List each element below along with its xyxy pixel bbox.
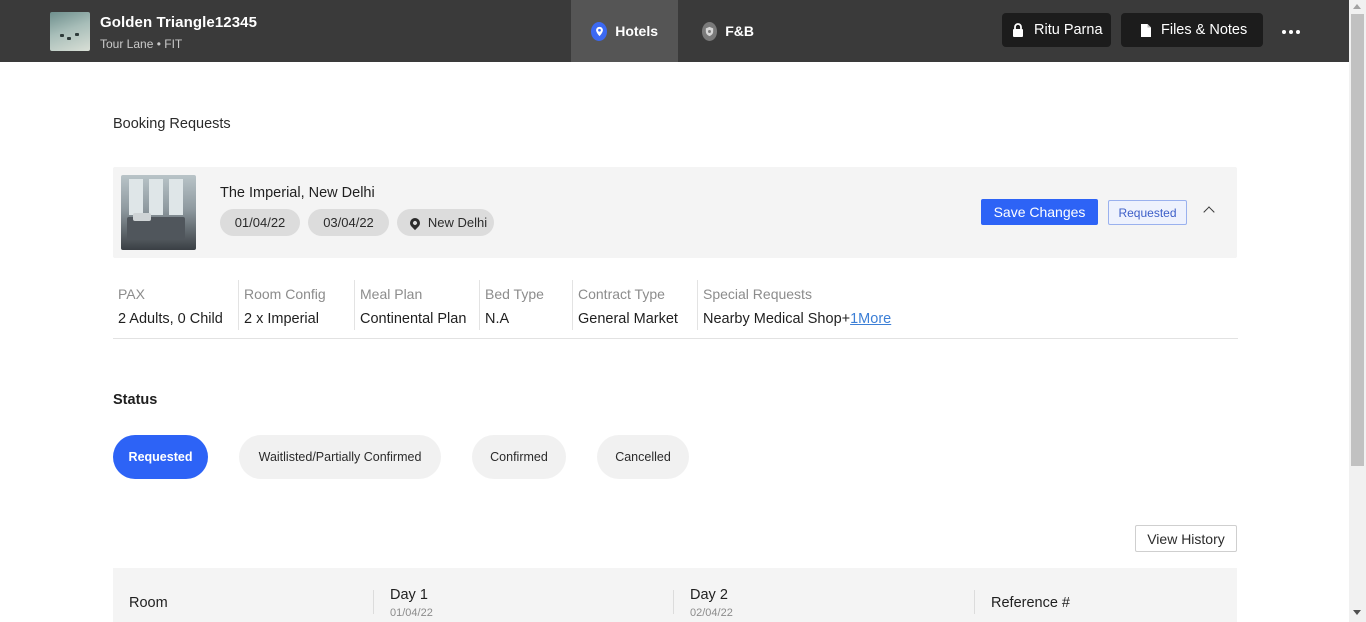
vertical-scrollbar[interactable] — [1349, 0, 1366, 622]
location-label: New Delhi — [427, 215, 488, 230]
detail-room-config: Room Config 2 x Imperial — [238, 280, 354, 330]
top-bar: Golden Triangle12345 Tour Lane • FIT Hot… — [0, 0, 1349, 62]
more-horizontal-icon[interactable] — [1279, 22, 1303, 42]
tab-hotels-label: Hotels — [615, 23, 658, 39]
trip-subtitle: Tour Lane • FIT — [100, 37, 183, 51]
grid-header-day2-date: 02/04/22 — [690, 607, 733, 619]
detail-value: Nearby Medical Shop+1More — [703, 311, 957, 327]
special-request-text: Nearby Medical Shop+ — [703, 311, 851, 327]
scroll-up-icon[interactable] — [1353, 4, 1361, 9]
status-option-requested[interactable]: Requested — [113, 435, 208, 479]
grid-divider — [974, 590, 975, 614]
grid-header-reference: Reference # — [991, 595, 1070, 611]
detail-label: Room Config — [244, 286, 326, 302]
detail-special-requests: Special Requests Nearby Medical Shop+1Mo… — [697, 280, 957, 330]
files-notes-button[interactable]: Files & Notes — [1121, 13, 1263, 47]
hotel-photo — [121, 175, 196, 250]
grid-divider — [673, 590, 674, 614]
tab-fb[interactable]: F&B — [682, 0, 774, 62]
check-out-date-chip: 03/04/22 — [308, 209, 389, 236]
room-grid-header: Room Day 1 01/04/22 Day 2 02/04/22 Refer… — [113, 568, 1237, 622]
file-icon — [1141, 23, 1151, 37]
lock-icon — [1012, 23, 1024, 37]
save-changes-button[interactable]: Save Changes — [981, 199, 1098, 225]
status-option-cancelled[interactable]: Cancelled — [597, 435, 689, 479]
detail-label: Special Requests — [703, 286, 812, 302]
files-notes-label: Files & Notes — [1161, 22, 1248, 38]
status-option-confirmed[interactable]: Confirmed — [472, 435, 566, 479]
booking-requests-heading: Booking Requests — [113, 116, 231, 132]
check-in-date-chip: 01/04/22 — [220, 209, 300, 236]
more-requests-link[interactable]: 1More — [850, 311, 891, 327]
view-history-button[interactable]: View History — [1135, 525, 1237, 552]
user-name: Ritu Parna — [1034, 22, 1103, 38]
detail-label: Contract Type — [578, 286, 665, 302]
hotel-card: The Imperial, New Delhi 01/04/22 03/04/2… — [113, 167, 1237, 258]
detail-value: General Market — [578, 311, 678, 327]
hotel-name: The Imperial, New Delhi — [220, 185, 375, 201]
user-button[interactable]: Ritu Parna — [1002, 13, 1111, 47]
trip-thumbnail — [50, 12, 90, 51]
detail-contract-type: Contract Type General Market — [572, 280, 697, 330]
scrollbar-thumb[interactable] — [1351, 14, 1364, 466]
chevron-up-icon[interactable] — [1203, 206, 1215, 218]
detail-meal-plan: Meal Plan Continental Plan — [354, 280, 479, 330]
detail-value: 2 x Imperial — [244, 311, 319, 327]
tab-hotels[interactable]: Hotels — [571, 0, 678, 62]
grid-divider — [373, 590, 374, 614]
status-option-waitlisted[interactable]: Waitlisted/Partially Confirmed — [239, 435, 441, 479]
grid-header-day1: Day 1 — [390, 587, 428, 603]
detail-value: 2 Adults, 0 Child — [118, 311, 223, 327]
grid-header-room: Room — [129, 595, 168, 611]
detail-value: Continental Plan — [360, 311, 467, 327]
tab-fb-label: F&B — [725, 23, 754, 39]
detail-label: Bed Type — [485, 286, 544, 302]
location-chip: New Delhi — [397, 209, 494, 236]
location-pin-icon — [407, 215, 422, 230]
status-heading: Status — [113, 392, 158, 408]
detail-value: N.A — [485, 311, 510, 327]
detail-label: Meal Plan — [360, 286, 423, 302]
page: Golden Triangle12345 Tour Lane • FIT Hot… — [0, 0, 1366, 622]
status-badge: Requested — [1108, 200, 1187, 225]
trip-title: Golden Triangle12345 — [100, 14, 258, 31]
grid-header-day2: Day 2 — [690, 587, 728, 603]
detail-bed-type: Bed Type N.A — [479, 280, 572, 330]
scroll-down-icon[interactable] — [1353, 610, 1361, 615]
detail-label: PAX — [118, 286, 145, 302]
booking-details: PAX 2 Adults, 0 Child Room Config 2 x Im… — [113, 280, 1238, 339]
detail-pax: PAX 2 Adults, 0 Child — [113, 280, 238, 330]
map-pin-icon — [591, 21, 608, 41]
shield-icon — [702, 21, 718, 41]
grid-header-day1-date: 01/04/22 — [390, 607, 433, 619]
